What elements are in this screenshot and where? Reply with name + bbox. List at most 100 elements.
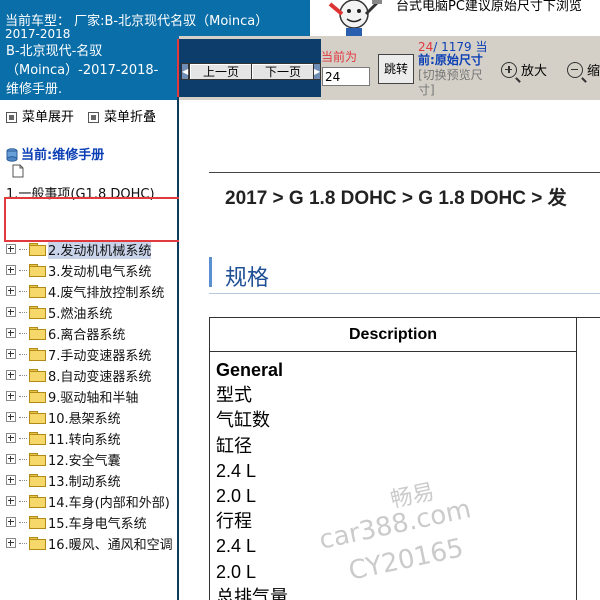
tree-item-label: 9.驱动轴和半轴 [48, 390, 139, 406]
expand-node-icon[interactable] [6, 433, 16, 443]
tree-connector [19, 269, 27, 271]
folder-icon [29, 348, 46, 361]
expand-node-icon[interactable] [6, 538, 16, 548]
expand-node-icon[interactable] [6, 517, 16, 527]
section-accent-bar [209, 257, 212, 287]
size-switch-link[interactable]: [切换预览尺寸] [418, 68, 483, 97]
tree-connector [19, 248, 27, 250]
folder-icon [29, 495, 46, 508]
expand-node-icon[interactable] [6, 307, 16, 317]
tree-item[interactable]: 2.发动机机械系统 [6, 239, 152, 259]
tree-item[interactable]: 7.手动变速器系统 [6, 344, 151, 364]
tree-connector [19, 311, 27, 313]
tree-connector [19, 353, 27, 355]
jump-button[interactable]: 跳转 [378, 54, 414, 84]
tree-connector [19, 542, 27, 544]
menu-toggle-row: 菜单展开 菜单折叠 [6, 106, 156, 125]
expand-node-icon[interactable] [6, 412, 16, 422]
folder-icon [29, 285, 46, 298]
tree-connector [19, 332, 27, 334]
table-row: 总排气量 [216, 586, 288, 600]
expand-node-icon[interactable] [6, 286, 16, 296]
tree-connector [19, 374, 27, 376]
folder-icon [29, 474, 46, 487]
tree-item[interactable]: 5.燃油系统 [6, 302, 112, 322]
folder-icon [29, 264, 46, 277]
tree-connector [19, 290, 27, 292]
zoom-out-icon [567, 61, 587, 83]
tree-item[interactable]: 8.自动变速器系统 [6, 365, 151, 385]
table-row: 2.0 L [216, 485, 257, 506]
table-row: 2.4 L [216, 536, 257, 557]
table-row: 气缸数 [216, 410, 270, 431]
tree-item[interactable]: 15.车身电气系统 [6, 512, 147, 532]
tree-item-label: 8.自动变速器系统 [48, 369, 152, 385]
tree-item[interactable]: 9.驱动轴和半轴 [6, 386, 138, 406]
tree-item-label: 11.转向系统 [48, 432, 121, 448]
folder-icon [29, 432, 46, 445]
expand-node-icon[interactable] [6, 328, 16, 338]
page-number-input[interactable] [322, 67, 370, 86]
tree-item-label: 4.废气排放控制系统 [48, 285, 165, 301]
section-title: 规格 [225, 266, 270, 291]
current-manual-label: 当前:维修手册 [21, 148, 105, 163]
table-row: 缸径 [216, 435, 252, 456]
prev-page-button[interactable]: 上一页 [189, 63, 253, 80]
tree-connector [19, 479, 27, 481]
expand-node-icon[interactable] [6, 454, 16, 464]
tree-connector [19, 500, 27, 502]
spec-table: Description General 型式 气缸数 缸径 2.4 L 2.0 L 行程 2.… [209, 317, 600, 600]
table-row: 行程 [216, 511, 252, 532]
folder-icon [29, 453, 46, 466]
expand-node-icon[interactable] [6, 370, 16, 380]
tree-connector [19, 458, 27, 460]
expand-all-link[interactable]: 菜单展开 [22, 110, 74, 125]
folder-icon [29, 390, 46, 403]
tree-item-label: 7.手动变速器系统 [48, 348, 152, 364]
sidebar: B-北京现代-名驭（Moinca）-2017-2018- 维修手册. 菜单展开菜… [0, 40, 179, 600]
breadcrumb-top-rule [209, 172, 600, 173]
tree-item[interactable]: 10.悬架系统 [6, 407, 121, 427]
tree-item[interactable]: 12.安全气囊 [6, 449, 121, 469]
size-prefix: 前: [418, 53, 435, 67]
tree-item-label: 13.制动系统 [48, 474, 121, 490]
folder-icon [29, 411, 46, 424]
collapse-all-link[interactable]: 菜单折叠 [104, 110, 156, 125]
expand-node-icon[interactable] [6, 475, 16, 485]
tree-item-label: 3.发动机电气系统 [48, 264, 152, 280]
tree-item[interactable]: 13.制动系统 [6, 470, 121, 490]
tree-item[interactable]: 16.暖风、通风和空调 [6, 533, 173, 553]
tree-connector [19, 521, 27, 523]
title-bar: 当前车型： 厂家:B-北京现代名驭（Moinca） 2017-2018 [0, 0, 310, 40]
table-row: 2.0 L [216, 561, 257, 582]
zoom-in-button[interactable]: 放大 [501, 60, 547, 83]
document-node[interactable] [12, 164, 24, 182]
expand-node-icon[interactable] [6, 349, 16, 359]
database-icon [6, 148, 18, 162]
zoom-out-button[interactable]: 缩 [567, 60, 600, 83]
table-row: 型式 [216, 385, 252, 406]
tree-item-label: 15.车身电气系统 [48, 516, 147, 532]
zoom-out-label: 缩 [587, 64, 600, 79]
expand-node-icon[interactable] [6, 391, 16, 401]
tree-item[interactable]: 11.转向系统 [6, 428, 121, 448]
expand-node-icon[interactable] [6, 244, 16, 254]
tree-item[interactable]: 3.发动机电气系统 [6, 260, 151, 280]
tree-item[interactable]: 6.离合器系统 [6, 323, 125, 343]
expand-node-icon[interactable] [6, 496, 16, 506]
tree-item[interactable]: 14.车身(内部和外部) [6, 491, 170, 511]
page-nav-panel: ◀ 上一页 下一页 ▶ [179, 39, 321, 97]
expand-node-icon[interactable] [6, 265, 16, 275]
tree-item-label: 10.悬架系统 [48, 411, 121, 427]
next-page-button[interactable]: 下一页 [251, 63, 315, 80]
prev-arrow-icon[interactable]: ◀ [181, 63, 189, 80]
tree-item[interactable]: 4.废气排放控制系统 [6, 281, 164, 301]
current-manual[interactable]: 当前:维修手册 [6, 144, 104, 163]
tree-connector [19, 437, 27, 439]
tree-root[interactable]: 1.一般事项(G1.8 DOHC) [6, 183, 155, 202]
collapse-icon [88, 112, 100, 123]
table-header-description: Description [210, 318, 577, 352]
next-arrow-icon[interactable]: ▶ [313, 63, 321, 80]
folder-icon [29, 516, 46, 529]
window-title-years: 2017-2018 [5, 27, 71, 40]
